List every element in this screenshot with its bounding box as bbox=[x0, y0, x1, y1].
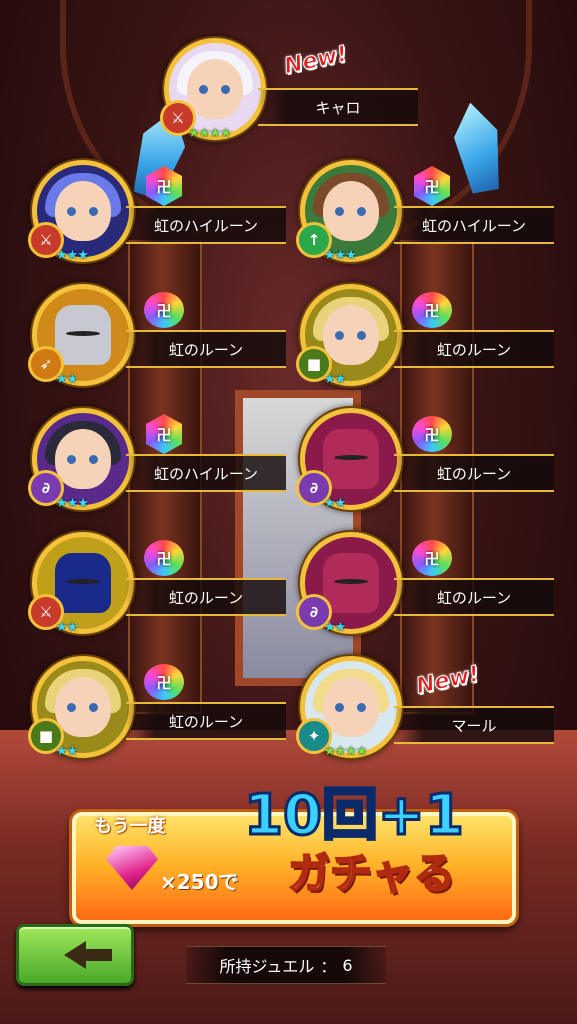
rarity-stars: ★★★ bbox=[324, 248, 357, 263]
rarity-stars: ★★ bbox=[56, 620, 78, 635]
item-name: 虹のルーン bbox=[394, 578, 554, 616]
rainbow-rune-icon: 卍 bbox=[144, 664, 184, 700]
rainbow-high-rune-icon: 卍 bbox=[146, 166, 182, 206]
item-name: 虹のハイルーン bbox=[126, 454, 286, 492]
jewel-balance: 所持ジュエル ： 6 bbox=[186, 946, 386, 984]
portrait-face bbox=[55, 677, 111, 737]
gacha-result-unit[interactable]: ↑ ★★★ 卍 虹のハイルーン bbox=[296, 158, 558, 268]
gacha-result-unit[interactable]: ∂ ★★ 卍 虹のルーン bbox=[296, 406, 558, 516]
portrait-face bbox=[323, 677, 379, 737]
jewel-balance-separator: ： bbox=[320, 957, 337, 976]
rainbow-high-rune-icon: 卍 bbox=[146, 414, 182, 454]
gacha-result-unit[interactable]: ∂ ★★ 卍 虹のルーン bbox=[296, 530, 558, 640]
jewel-balance-value: 6 bbox=[342, 955, 353, 975]
gacha-result-unit[interactable]: ⚔ ★★ 卍 虹のルーン bbox=[28, 530, 290, 640]
portrait-face bbox=[323, 305, 379, 365]
rarity-stars: ★★★ bbox=[56, 248, 89, 263]
gacha-result-unit[interactable]: ➶ ★★ 卍 虹のルーン bbox=[28, 282, 290, 392]
item-name: 虹のルーン bbox=[394, 330, 554, 368]
portrait-face bbox=[55, 181, 111, 241]
rarity-stars: ★★ bbox=[324, 620, 346, 635]
back-arrow-icon bbox=[64, 941, 112, 969]
rarity-stars: ★★ bbox=[324, 372, 346, 387]
unit-name: マール bbox=[394, 706, 554, 744]
portrait-face bbox=[55, 305, 111, 365]
gacha-result-unit[interactable]: ■ ★★ 卍 虹のルーン bbox=[296, 282, 558, 392]
jewel-balance-label: 所持ジュエル bbox=[219, 957, 315, 976]
item-name: 虹のルーン bbox=[126, 702, 286, 740]
new-badge: New! bbox=[414, 661, 483, 700]
unit-name: キャロ bbox=[258, 88, 418, 126]
gacha-result-unit[interactable]: ✦ ★★★★ New! マール bbox=[296, 654, 558, 764]
gacha-result-unit[interactable]: ■ ★★ 卍 虹のルーン bbox=[28, 654, 290, 764]
portrait-face bbox=[323, 553, 379, 613]
rainbow-rune-icon: 卍 bbox=[144, 292, 184, 328]
gacha-count-label: 10回+1 bbox=[243, 782, 466, 850]
rainbow-rune-icon: 卍 bbox=[412, 540, 452, 576]
item-name: 虹のルーン bbox=[394, 454, 554, 492]
item-name: 虹のルーン bbox=[126, 578, 286, 616]
gacha-again-button[interactable]: 10回+1 もう一度 ×250で ガチャる bbox=[72, 782, 516, 924]
gacha-result-unit[interactable]: ⚔ ★★★★ New! キャロ bbox=[160, 36, 422, 146]
gacha-button-label: ガチャる bbox=[287, 848, 457, 899]
portrait-face bbox=[55, 429, 111, 489]
jewel-gem-icon bbox=[106, 846, 158, 890]
portrait-face bbox=[323, 429, 379, 489]
portrait-face bbox=[187, 59, 243, 119]
back-button[interactable] bbox=[16, 924, 134, 986]
rarity-stars: ★★★★ bbox=[324, 744, 368, 759]
portrait-face bbox=[323, 181, 379, 241]
portrait-face bbox=[55, 553, 111, 613]
item-name: 虹のハイルーン bbox=[126, 206, 286, 244]
gacha-result-unit[interactable]: ∂ ★★★ 卍 虹のハイルーン bbox=[28, 406, 290, 516]
rarity-stars: ★★★★ bbox=[188, 126, 232, 141]
rainbow-rune-icon: 卍 bbox=[412, 292, 452, 328]
item-name: 虹のハイルーン bbox=[394, 206, 554, 244]
gacha-cost: ×250で bbox=[160, 870, 239, 894]
rarity-stars: ★★ bbox=[56, 372, 78, 387]
rainbow-high-rune-icon: 卍 bbox=[414, 166, 450, 206]
rarity-stars: ★★ bbox=[324, 496, 346, 511]
rarity-stars: ★★★ bbox=[56, 496, 89, 511]
new-badge: New! bbox=[282, 41, 351, 80]
item-name: 虹のルーン bbox=[126, 330, 286, 368]
gacha-again-label: もう一度 bbox=[94, 816, 166, 837]
rainbow-rune-icon: 卍 bbox=[412, 416, 452, 452]
gacha-result-unit[interactable]: ⚔ ★★★ 卍 虹のハイルーン bbox=[28, 158, 290, 268]
rainbow-rune-icon: 卍 bbox=[144, 540, 184, 576]
rarity-stars: ★★ bbox=[56, 744, 78, 759]
